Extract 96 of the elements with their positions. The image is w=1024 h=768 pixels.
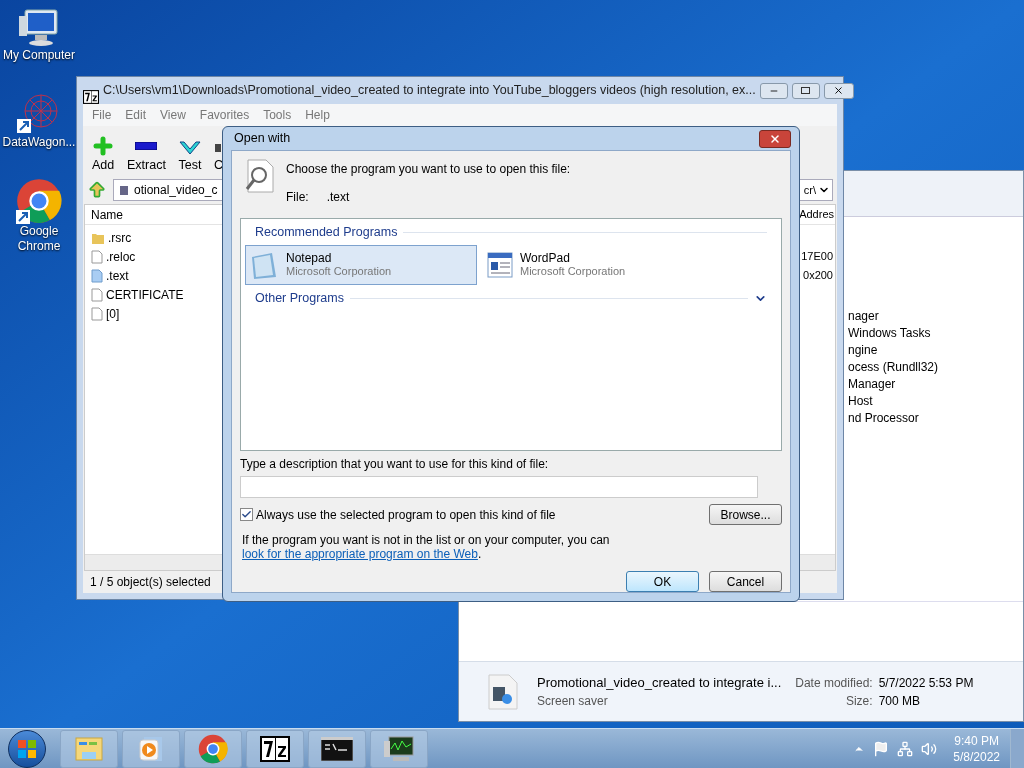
file-name[interactable]: .rsrc (108, 228, 132, 247)
path-text: otional_video_c (134, 182, 218, 199)
folder-icon (74, 734, 104, 763)
toolbar-button[interactable]: C (213, 138, 223, 173)
magnifier-document-icon (244, 159, 274, 193)
address-cell-text: 0x200 (803, 268, 833, 284)
status-text: 1 / 5 object(s) selected (90, 574, 211, 591)
program-publisher: Microsoft Corporation (520, 265, 626, 278)
toolbar-button[interactable]: Extract (127, 134, 166, 173)
close-button[interactable] (759, 129, 791, 148)
close-button[interactable] (823, 82, 854, 99)
taskbar-button[interactable] (370, 729, 428, 768)
taskbar-button[interactable] (246, 729, 304, 768)
browse-button[interactable]: Browse... (709, 504, 782, 525)
monitor-icon (383, 734, 415, 763)
mesh-shortcut-icon (17, 91, 61, 135)
file-icon (91, 306, 103, 321)
file-name[interactable]: [0] (106, 304, 120, 323)
list-item-text[interactable]: Windows Tasks (848, 325, 1023, 342)
maximize-button[interactable] (791, 82, 820, 99)
dialog-title: Open with (233, 130, 291, 148)
plus-icon (91, 134, 115, 158)
checkbox-label[interactable]: Always use the selected program to open this kind of file (256, 505, 556, 524)
toolbar-button[interactable]: Test (177, 138, 202, 173)
description-field[interactable] (240, 476, 758, 498)
minus-icon (135, 142, 158, 150)
file-label: File: (286, 189, 309, 206)
windows-logo-icon (17, 738, 37, 759)
play-icon (138, 734, 164, 763)
console-icon (321, 736, 353, 761)
shortcut-arrow-icon (16, 210, 30, 224)
column-header[interactable]: Addres (799, 206, 834, 223)
column-header[interactable]: Name (91, 205, 123, 224)
computer-icon (17, 8, 61, 48)
file-name[interactable]: CERTIFICATE (106, 285, 184, 304)
size-value: 700 MB (878, 692, 921, 710)
action-center-flag-icon[interactable] (873, 740, 890, 757)
prompt-text: Choose the program you want to use to open this file: (286, 161, 571, 178)
up-folder-icon[interactable] (87, 180, 107, 200)
list-item-text[interactable]: ngine (848, 342, 1023, 359)
list-item-text[interactable]: Manager (848, 376, 1023, 393)
close-icon (769, 132, 781, 145)
checkbox[interactable] (240, 508, 253, 521)
menu-item[interactable]: Tools (263, 106, 292, 124)
file-icon (91, 287, 103, 302)
archive-logo-icon (260, 735, 290, 762)
list-item-text[interactable]: nd Processor (848, 410, 1023, 427)
program-name: Notepad (286, 252, 333, 265)
group-header[interactable]: Other Programs (245, 289, 777, 307)
desktop-icon-label[interactable]: Google Chrome (0, 224, 78, 254)
list-item-text[interactable]: Host (848, 393, 1023, 410)
file-icon (120, 185, 128, 195)
file-icon (91, 268, 103, 283)
chrome-icon (198, 733, 228, 764)
web-link[interactable]: look for the appropriate program on the Web (242, 547, 478, 561)
show-desktop-button[interactable] (1010, 728, 1024, 768)
list-item-text[interactable]: nager (848, 308, 1023, 325)
menu-item[interactable]: Edit (125, 106, 147, 124)
description-label: Type a description that you want to use for this kind of file: (240, 456, 550, 473)
volume-icon[interactable] (921, 740, 938, 757)
program-item[interactable]: WordPad Microsoft Corporation (483, 245, 715, 285)
program-item[interactable]: Notepad Microsoft Corporation (245, 245, 477, 285)
file-name[interactable]: .text (106, 266, 129, 285)
video-file-icon (487, 672, 519, 711)
file-name: Promotional_video_created to integrate i... (537, 673, 782, 692)
menu-item[interactable]: Help (305, 106, 330, 124)
close-icon (833, 85, 845, 96)
desktop-icon-label[interactable]: My Computer (3, 48, 75, 63)
file-name: .text (326, 189, 350, 206)
program-name: WordPad (520, 252, 571, 265)
maximize-icon (801, 87, 811, 94)
size-label: Size: (844, 692, 873, 710)
file-icon (91, 249, 103, 264)
chrome-logo-icon (16, 178, 62, 224)
group-header[interactable]: Recommended Programs (245, 223, 777, 241)
taskbar-button[interactable] (308, 729, 366, 768)
toolbar-button[interactable]: Add (91, 134, 115, 173)
window-title: C:\Users\vm1\Downloads\Promotional_video_created to integrate into YouTube_bloggers videos (high resolution, ex... (103, 82, 756, 100)
start-button[interactable] (8, 729, 46, 768)
menu-item[interactable]: View (160, 106, 186, 124)
menu-item[interactable]: Favorites (199, 106, 250, 124)
file-type: Screen saver (537, 692, 609, 710)
menu-item[interactable]: File (92, 106, 112, 124)
file-name[interactable]: .reloc (106, 247, 136, 266)
address-cell-text: 17E00 (801, 249, 833, 265)
program-publisher: Microsoft Corporation (286, 265, 392, 278)
wordpad-icon (486, 251, 514, 279)
path-text: cr\ (803, 182, 816, 198)
desktop-icon-label[interactable]: DataWagon... (2, 135, 76, 150)
network-icon[interactable] (897, 740, 914, 757)
help-text: If the program you want is not in the list or on your computer, you can look for the appropriate program on the Web. (241, 533, 611, 561)
ok-button[interactable]: OK (626, 571, 699, 592)
date-modified-label: Date modified: (795, 674, 873, 692)
cancel-button[interactable]: Cancel (709, 571, 782, 592)
date-modified-value: 5/7/2022 5:53 PM (878, 674, 974, 692)
list-item-text[interactable]: ocess (Rundll32) (848, 359, 1023, 376)
